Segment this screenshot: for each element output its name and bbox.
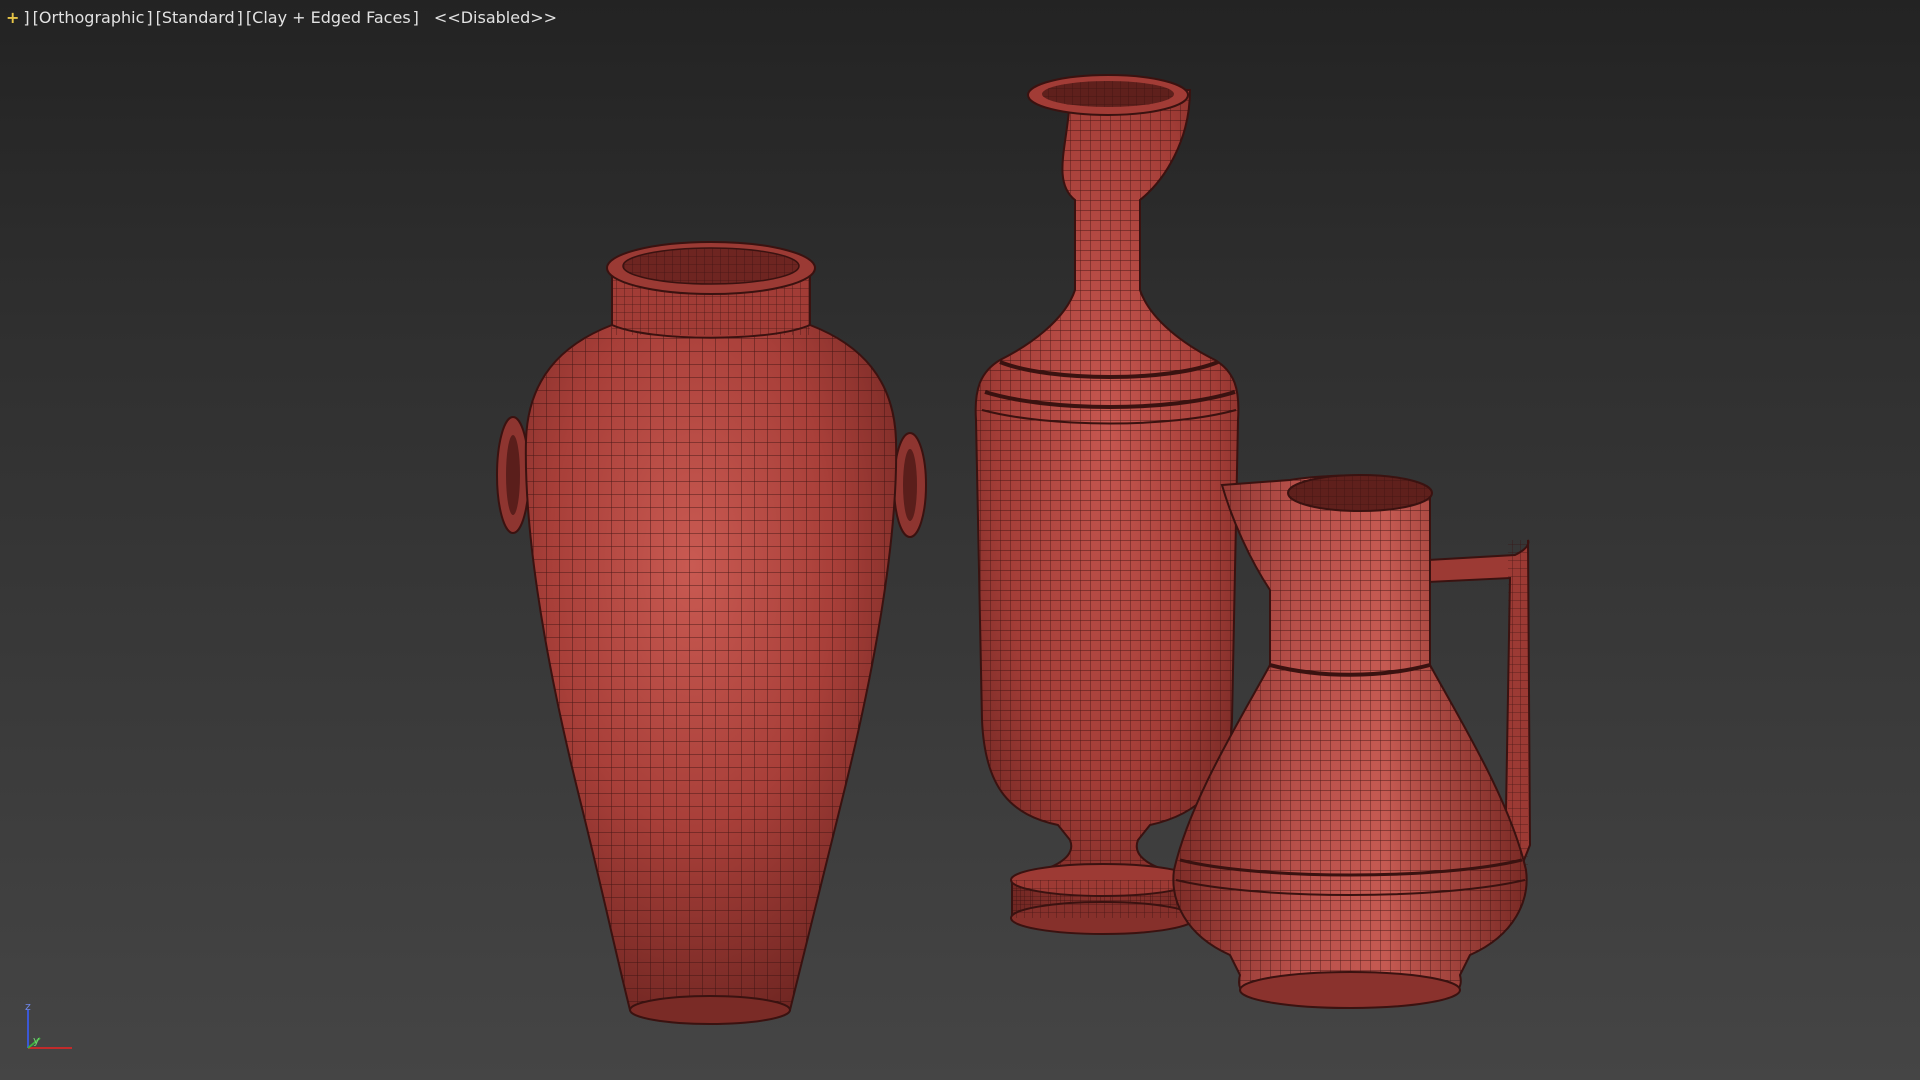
viewport[interactable]: + ] [ Orthographic ] [ Standard ] [ Clay… bbox=[0, 0, 1920, 1080]
axis-gizmo: z y bbox=[25, 1000, 72, 1049]
amphora-object[interactable] bbox=[496, 241, 927, 1025]
z-axis-label: z bbox=[25, 1000, 31, 1013]
scene-canvas[interactable] bbox=[0, 0, 1920, 1080]
y-axis-label: y bbox=[33, 1034, 40, 1047]
